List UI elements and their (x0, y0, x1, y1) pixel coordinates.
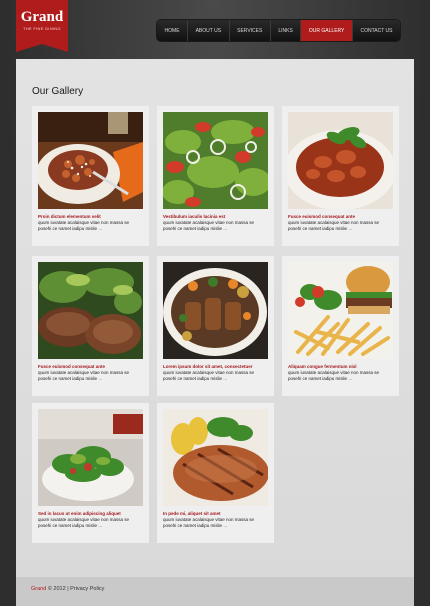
gallery-item-text: quum iuvatate acalaisque vitae non massa… (163, 370, 268, 382)
green-salad-photo[interactable] (163, 112, 268, 209)
nav-our-gallery[interactable]: Our Gallery (301, 20, 353, 41)
footer-brand[interactable]: Grand (31, 586, 46, 592)
gallery-item: Proin dictum elementum velit quum iuvata… (32, 106, 149, 246)
logo-subtitle: THE FINE DINING (23, 26, 61, 31)
gallery-item-text: quum iuvatate acalaisque vitae non massa… (163, 517, 268, 529)
footer-separator: | (67, 586, 69, 592)
gallery-item-description: quum iuvatate acalaisque vitae non massa… (38, 517, 130, 528)
gallery-item-text: quum iuvatate acalaisque vitae non massa… (38, 220, 143, 232)
gallery-item-title[interactable]: Vestibulum iaculis lacinia est (163, 214, 268, 219)
gallery-item-description: quum iuvatate acalaisque vitae non massa… (163, 370, 255, 381)
nav-contact-us[interactable]: Contact Us (353, 20, 400, 41)
grilled-meat-platter-photo[interactable] (163, 262, 268, 359)
stew-with-basil-photo[interactable] (288, 112, 393, 209)
main-nav: Home About Us Services Links Our Gallery… (157, 20, 400, 41)
gallery-item-description: quum iuvatate acalaisque vitae non massa… (163, 220, 255, 231)
gallery-item: Vestibulum iaculis lacinia est quum iuva… (157, 106, 274, 246)
page-title: Our Gallery (32, 86, 84, 97)
gallery-item-description: quum iuvatate acalaisque vitae non massa… (288, 220, 380, 231)
footer: Grand © 2012 | Privacy Policy (16, 577, 414, 606)
footer-copyright: © 2012 (47, 586, 66, 592)
gallery-item-title[interactable]: In pede mi, aliquet sit amet (163, 511, 268, 516)
gallery-item: Sed in lacus ut enim adipiscing aliquet … (32, 403, 149, 543)
gallery-item-title[interactable]: Lorem ipsum dolor sit amet, consectetuer (163, 364, 268, 369)
gallery-item-text: quum iuvatate acalaisque vitae non massa… (38, 517, 143, 529)
steak-with-greens-photo[interactable] (38, 262, 143, 359)
nav-links[interactable]: Links (271, 20, 302, 41)
gallery-item: Fusce euismod consequat ante quum iuvata… (32, 256, 149, 396)
more-link[interactable]: ... (98, 523, 102, 528)
more-link[interactable]: ... (223, 376, 227, 381)
gallery-item-text: quum iuvatate acalaisque vitae non massa… (38, 370, 143, 382)
gallery-item-title[interactable]: Proin dictum elementum velit (38, 214, 143, 219)
more-link[interactable]: ... (223, 523, 227, 528)
gallery-item-description: quum iuvatate acalaisque vitae non massa… (163, 517, 255, 528)
gallery-item-description: quum iuvatate acalaisque vitae non massa… (38, 220, 130, 231)
grilled-chicken-with-corn-photo[interactable] (163, 409, 268, 506)
gallery-item-title[interactable]: Fusce euismod consequat ante (38, 364, 143, 369)
burger-and-fries-photo[interactable] (288, 262, 393, 359)
more-link[interactable]: ... (223, 226, 227, 231)
main-content: Our Gallery Proin dictum elementum velit… (16, 59, 414, 577)
gallery-item: In pede mi, aliquet sit amet quum iuvata… (157, 403, 274, 543)
pasta-dish-photo[interactable] (38, 112, 143, 209)
logo[interactable]: Grand THE FINE DINING (16, 0, 68, 52)
gallery-item-title[interactable]: Aliquam congue fermentum nisl (288, 364, 393, 369)
nav-about-us[interactable]: About Us (188, 20, 230, 41)
gallery-item: Lorem ipsum dolor sit amet, consectetuer… (157, 256, 274, 396)
gallery-item-title[interactable]: Sed in lacus ut enim adipiscing aliquet (38, 511, 143, 516)
gallery-item: Fusce euismod consequat ante quum iuvata… (282, 106, 399, 246)
more-link[interactable]: ... (348, 226, 352, 231)
nav-services[interactable]: Services (230, 20, 271, 41)
gallery-item-text: quum iuvatate acalaisque vitae non massa… (288, 220, 393, 232)
logo-title: Grand (20, 9, 64, 25)
more-link[interactable]: ... (98, 226, 102, 231)
gallery-item-title[interactable]: Fusce euismod consequat ante (288, 214, 393, 219)
gallery-item-text: quum iuvatate acalaisque vitae non massa… (288, 370, 393, 382)
gallery-item: Aliquam congue fermentum nisl quum iuvat… (282, 256, 399, 396)
gallery-item-text: quum iuvatate acalaisque vitae non massa… (163, 220, 268, 232)
more-link[interactable]: ... (348, 376, 352, 381)
gallery-item-description: quum iuvatate acalaisque vitae non massa… (38, 370, 130, 381)
nav-home[interactable]: Home (157, 20, 189, 41)
privacy-policy-link[interactable]: Privacy Policy (70, 586, 104, 592)
gallery-item-description: quum iuvatate acalaisque vitae non massa… (288, 370, 380, 381)
bowl-salad-photo[interactable] (38, 409, 143, 506)
more-link[interactable]: ... (98, 376, 102, 381)
